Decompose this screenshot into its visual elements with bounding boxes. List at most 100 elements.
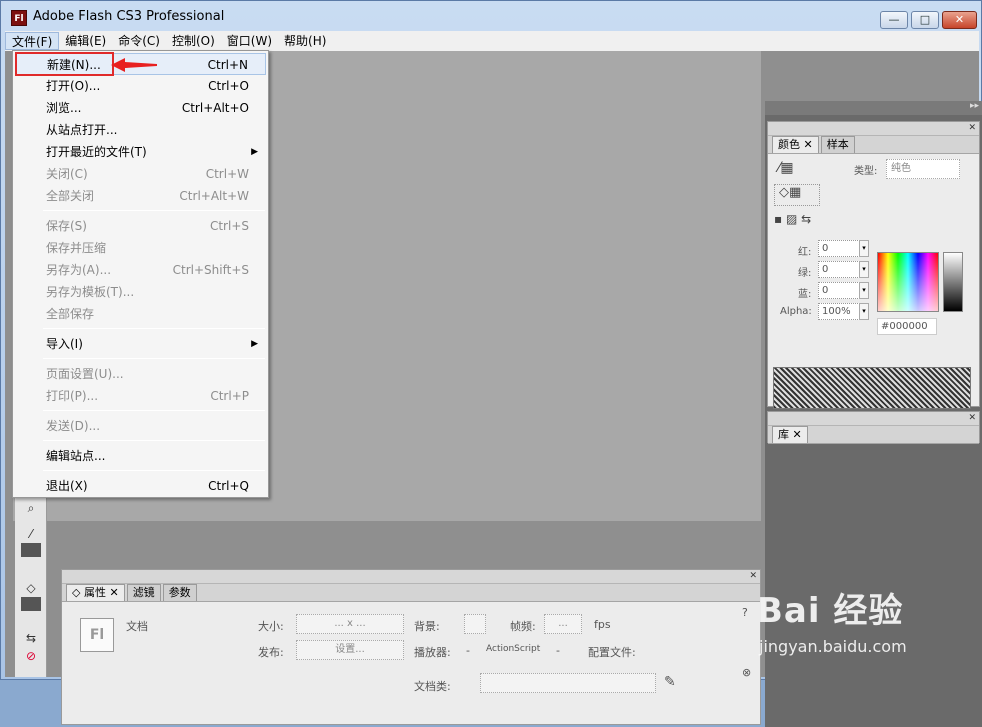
frame-rate-label: 帧频: [510, 620, 536, 633]
player-label: 播放器: [414, 646, 451, 659]
menu-separator [43, 328, 265, 329]
menu-file[interactable]: 文件(F) [5, 32, 60, 50]
file-menu-item: 全部关闭 Ctrl+Alt+W [15, 185, 266, 207]
window-title: Adobe Flash CS3 Professional [33, 9, 225, 24]
color-spectrum[interactable] [877, 252, 939, 312]
watermark-url: jingyan.baidu.com [759, 637, 907, 656]
profile-label: 配置文件: [588, 646, 636, 659]
app-window: Fl Adobe Flash CS3 Professional — □ ✕ 文件… [0, 0, 982, 727]
file-menu-item[interactable]: 导入(I) ▶ [15, 333, 266, 355]
document-class-input[interactable] [480, 673, 656, 693]
menu-item-shortcut: Ctrl+Alt+W [179, 189, 249, 203]
menu-edit[interactable]: 编辑(E) [59, 32, 112, 50]
green-input[interactable]: 0 [818, 261, 860, 278]
file-menu-item[interactable]: 退出(X) Ctrl+Q [15, 475, 266, 497]
tab-parameters[interactable]: 参数 [162, 584, 197, 601]
brightness-slider[interactable] [943, 252, 963, 312]
file-menu-item[interactable]: 从站点打开... [15, 119, 266, 141]
menu-commands[interactable]: 命令(C) [112, 32, 166, 50]
menu-item-label: 全部关闭 [46, 189, 95, 203]
green-dropdown-icon[interactable]: ▾ [859, 261, 869, 278]
library-panel: ✕ 库 ✕ [767, 411, 980, 444]
menu-bar: 文件(F) 编辑(E) 命令(C) 控制(O) 窗口(W) 帮助(H) [5, 31, 979, 51]
file-menu-item[interactable]: 浏览... Ctrl+Alt+O [15, 97, 266, 119]
menu-help[interactable]: 帮助(H) [278, 32, 332, 50]
menu-item-shortcut: Ctrl+Alt+O [181, 101, 249, 115]
alpha-input[interactable]: 100% [818, 303, 860, 320]
actionscript-dash: - [556, 644, 560, 657]
publish-label: 发布: [258, 646, 284, 659]
blue-dropdown-icon[interactable]: ▾ [859, 282, 869, 299]
red-dropdown-icon[interactable]: ▾ [859, 240, 869, 257]
document-label: 文档 [126, 620, 148, 633]
swap-colors-icon[interactable]: ▪ ▨ ⇆ [774, 212, 811, 226]
swap-colors-tool-icon[interactable]: ⇆ [21, 631, 41, 649]
file-menu-item: 发送(D)... [15, 415, 266, 437]
menu-item-shortcut: Ctrl+W [205, 167, 249, 181]
submenu-arrow-icon: ▶ [251, 339, 258, 349]
color-preview-swatch [773, 367, 971, 409]
panel-close-icon[interactable]: ✕ [768, 122, 979, 136]
maximize-button[interactable]: □ [911, 11, 939, 29]
color-panel-tabs: 颜色 ✕ 样本 [768, 136, 979, 154]
menu-item-label: 另存为(A)... [46, 263, 112, 277]
menu-item-label: 发送(D)... [46, 419, 101, 433]
red-input[interactable]: 0 [818, 240, 860, 257]
properties-close-icon[interactable]: ✕ [62, 570, 760, 584]
minimize-button[interactable]: — [880, 11, 908, 29]
properties-panel: ✕ ◇ 属性 ✕ 滤镜 参数 Fl 文档 大小: ... x ... 背景: 帧… [61, 569, 761, 725]
alpha-dropdown-icon[interactable]: ▾ [859, 303, 869, 320]
menu-separator [43, 358, 265, 359]
library-close-icon[interactable]: ✕ [768, 412, 979, 426]
file-menu-item: 打印(P)... Ctrl+P [15, 385, 266, 407]
submenu-arrow-icon: ▶ [251, 147, 258, 157]
properties-tabs: ◇ 属性 ✕ 滤镜 参数 [62, 584, 760, 602]
actionscript-value: ActionScript [486, 644, 541, 654]
clear-icon[interactable]: ⊗ [742, 666, 751, 679]
menu-separator [43, 210, 265, 211]
tab-color[interactable]: 颜色 ✕ [772, 136, 819, 153]
background-color-swatch[interactable] [464, 614, 486, 634]
menu-control[interactable]: 控制(O) [166, 32, 221, 50]
dock-collapse-icon[interactable]: ▸▸ [765, 101, 982, 115]
size-label: 大小: [258, 620, 284, 633]
file-menu-item[interactable]: 打开最近的文件(T) ▶ [15, 141, 266, 163]
frame-rate-input[interactable]: ... [544, 614, 582, 634]
menu-item-shortcut: Ctrl+S [209, 219, 249, 233]
background-label: 背景: [414, 620, 440, 633]
menu-item-label: 浏览... [46, 101, 82, 115]
publish-settings-button[interactable]: 设置... [296, 640, 404, 660]
type-label: 类型: [854, 166, 878, 177]
edit-class-pencil-icon[interactable]: ✎ [664, 674, 676, 690]
fill-swatch[interactable] [21, 597, 41, 611]
library-tabs: 库 ✕ [768, 426, 979, 444]
no-color-icon[interactable]: ⊘ [21, 649, 41, 667]
help-icon[interactable]: ? [742, 606, 748, 619]
hex-input[interactable]: #000000 [877, 318, 937, 335]
close-button[interactable]: ✕ [942, 11, 977, 29]
menu-window[interactable]: 窗口(W) [221, 32, 278, 50]
red-label: 红: [798, 247, 812, 258]
file-menu-item[interactable]: 编辑站点... [15, 445, 266, 467]
flash-app-icon: Fl [11, 10, 27, 26]
stroke-color-icon[interactable]: ⁄▦ [778, 160, 794, 176]
tab-swatches[interactable]: 样本 [820, 136, 855, 153]
menu-separator [43, 410, 265, 411]
tab-library[interactable]: 库 ✕ [772, 426, 808, 443]
menu-item-label: 保存(S) [46, 219, 87, 233]
tab-filters[interactable]: 滤镜 [126, 584, 161, 601]
file-menu-item: 另存为模板(T)... [15, 281, 266, 303]
size-button[interactable]: ... x ... [296, 614, 404, 634]
blue-input[interactable]: 0 [818, 282, 860, 299]
tab-properties[interactable]: ◇ 属性 ✕ [66, 584, 125, 601]
menu-item-label: 编辑站点... [46, 449, 106, 463]
file-menu-item[interactable]: 打开(O)... Ctrl+O [15, 75, 266, 97]
zoom-tool-icon[interactable]: ⌕ [21, 501, 41, 519]
file-menu-item: 另存为(A)... Ctrl+Shift+S [15, 259, 266, 281]
menu-separator [43, 470, 265, 471]
file-menu-item: 保存并压缩 [15, 237, 266, 259]
fill-color-icon[interactable]: ◇▦ [774, 184, 820, 206]
color-panel: ✕ 颜色 ✕ 样本 ⁄▦ 类型: 纯色 ◇▦ ▪ ▨ ⇆ 红: 0 ▾ 绿: 0… [767, 121, 980, 409]
stroke-swatch[interactable] [21, 543, 41, 557]
fill-type-select[interactable]: 纯色 [886, 159, 960, 179]
